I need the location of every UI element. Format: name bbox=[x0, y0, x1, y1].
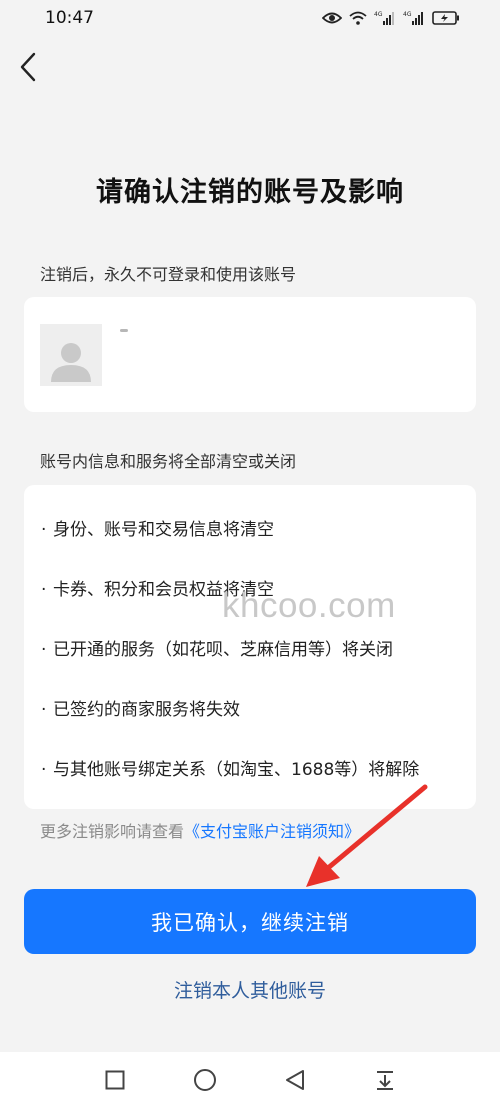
cancel-other-account-link[interactable]: 注销本人其他账号 bbox=[0, 976, 500, 1003]
list-item-text: 与其他账号绑定关系（如淘宝、1688等）将解除 bbox=[53, 760, 420, 780]
bullet: · bbox=[41, 760, 47, 780]
system-nav-bar bbox=[0, 1052, 500, 1111]
list-item: · 已签约的商家服务将失效 bbox=[41, 695, 240, 720]
list-item-text: 身份、账号和交易信息将清空 bbox=[53, 520, 274, 540]
more-info-line: 更多注销影响请查看《支付宝账户注销须知》 bbox=[40, 818, 360, 842]
notification-pull-button[interactable] bbox=[365, 1062, 405, 1102]
battery-icon bbox=[432, 11, 460, 25]
chevron-left-icon bbox=[19, 52, 37, 86]
system-back-button[interactable] bbox=[275, 1062, 315, 1102]
account-card bbox=[24, 297, 476, 412]
bullet: · bbox=[41, 580, 47, 600]
list-item: · 已开通的服务（如花呗、芝麻信用等）将关闭 bbox=[41, 635, 393, 660]
user-avatar-icon bbox=[48, 338, 94, 386]
account-section-label: 注销后，永久不可登录和使用该账号 bbox=[40, 265, 297, 284]
status-time: 10:47 bbox=[45, 8, 94, 28]
status-icons: 4G 4G bbox=[322, 10, 460, 26]
signal-icon: 4G bbox=[374, 10, 396, 26]
list-item: · 身份、账号和交易信息将清空 bbox=[41, 515, 274, 540]
account-cancel-notice-link[interactable]: 《支付宝账户注销须知》 bbox=[184, 822, 360, 841]
list-item-text: 已开通的服务（如花呗、芝麻信用等）将关闭 bbox=[53, 640, 393, 660]
back-button[interactable] bbox=[12, 52, 44, 86]
eye-icon bbox=[322, 11, 342, 25]
list-item: · 与其他账号绑定关系（如淘宝、1688等）将解除 bbox=[41, 755, 419, 780]
download-icon bbox=[374, 1069, 396, 1095]
triangle-back-icon bbox=[284, 1069, 306, 1095]
page-title: 请确认注销的账号及影响 bbox=[96, 177, 404, 208]
wifi-icon bbox=[349, 11, 367, 25]
list-item-text: 已签约的商家服务将失效 bbox=[53, 700, 240, 720]
status-bar: 10:47 4G 4G bbox=[0, 0, 500, 36]
impact-section-label: 账号内信息和服务将全部清空或关闭 bbox=[40, 452, 297, 471]
recent-apps-button[interactable] bbox=[95, 1062, 135, 1102]
more-info-prefix: 更多注销影响请查看 bbox=[40, 822, 185, 841]
impact-card: · 身份、账号和交易信息将清空 · 卡券、积分和会员权益将清空 · 已开通的服务（如花… bbox=[24, 485, 476, 809]
signal-icon: 4G bbox=[403, 10, 425, 26]
home-button[interactable] bbox=[185, 1062, 225, 1102]
circle-icon bbox=[193, 1068, 217, 1096]
watermark: khcoo.com bbox=[222, 586, 396, 625]
arrow-head bbox=[306, 856, 340, 887]
masked-account-name bbox=[120, 329, 128, 332]
bullet: · bbox=[41, 640, 47, 660]
avatar bbox=[40, 324, 102, 386]
confirm-continue-button[interactable]: 我已确认，继续注销 bbox=[24, 889, 476, 954]
bullet: · bbox=[41, 520, 47, 540]
network-type-2: 4G bbox=[403, 11, 412, 18]
bullet: · bbox=[41, 700, 47, 720]
square-icon bbox=[105, 1070, 125, 1094]
network-type-1: 4G bbox=[374, 11, 383, 18]
